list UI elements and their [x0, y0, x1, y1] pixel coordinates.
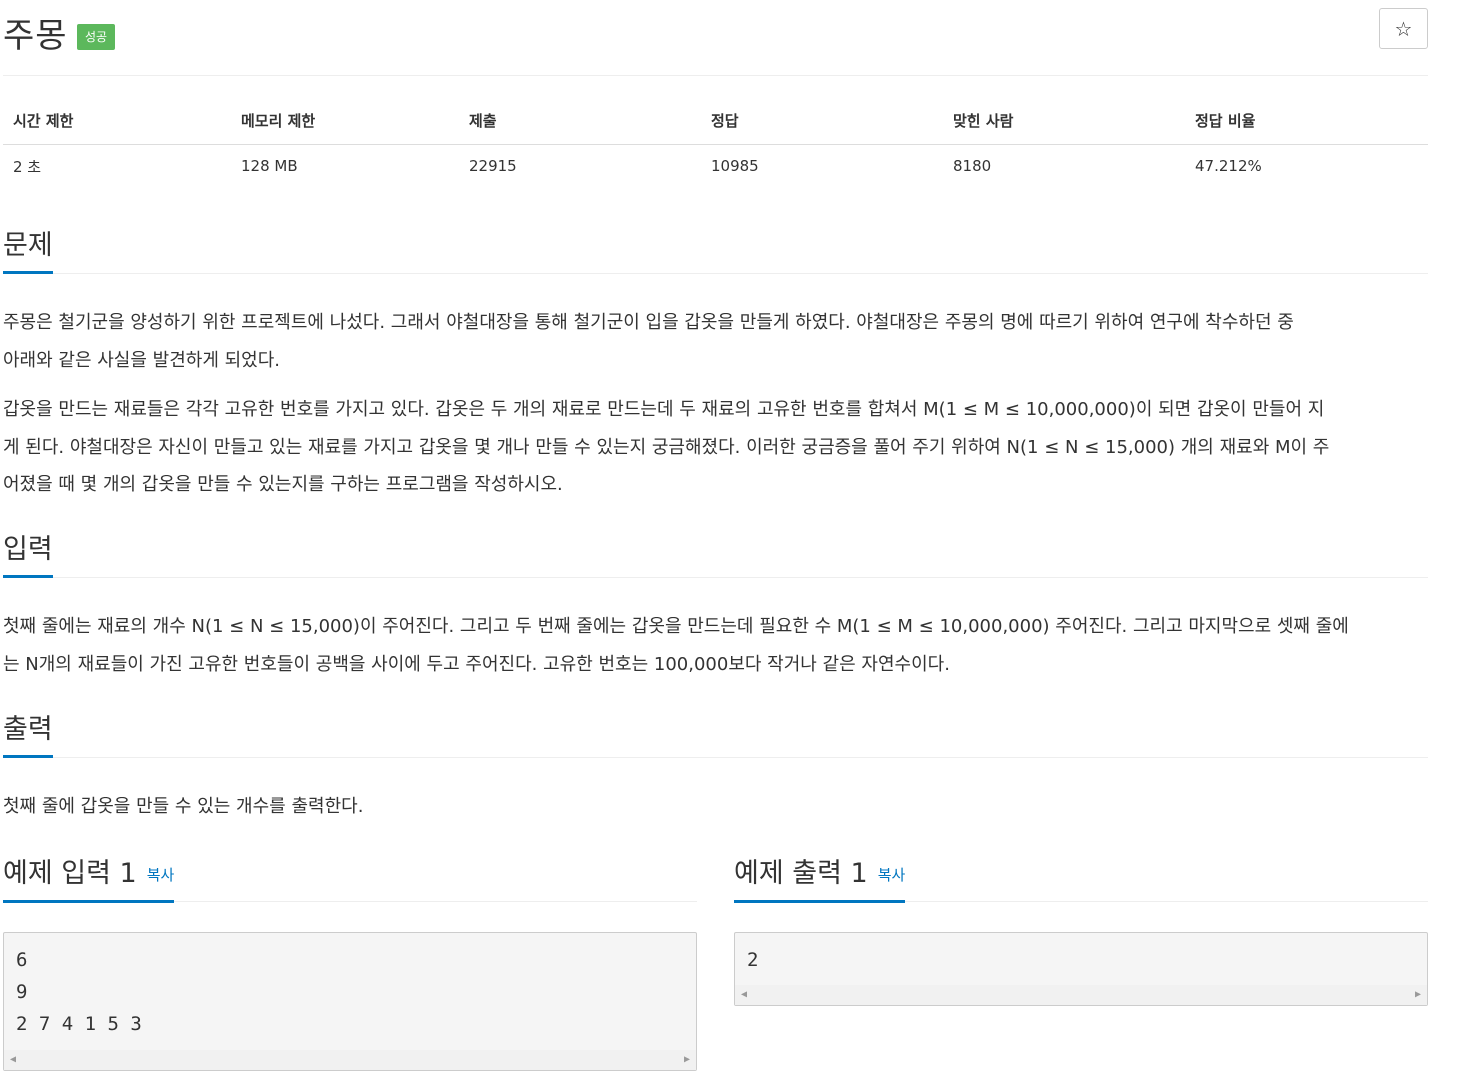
info-solved-users: 8180 — [953, 157, 992, 176]
section-header: 예제 출력 1 복사 — [734, 857, 1428, 903]
section-title: 예제 출력 1 복사 — [734, 857, 906, 903]
section-title: 출력 — [3, 713, 53, 758]
horizontal-scrollbar[interactable]: ◀ ▶ — [4, 1050, 696, 1070]
sample-output-box[interactable]: 2 ◀ ▶ — [734, 932, 1428, 1006]
section-title: 문제 — [3, 229, 53, 274]
description-paragraph: 주몽은 철기군을 양성하기 위한 프로젝트에 나섰다. 그래서 야철대장을 통해… — [3, 312, 1294, 371]
info-accepted: 10985 — [711, 157, 759, 176]
info-header-memory-limit: 메모리 제한 — [231, 98, 459, 145]
info-ratio: 47.212% — [1195, 157, 1262, 176]
output-description: 첫째 줄에 갑옷을 만들 수 있는 개수를 출력한다. — [3, 788, 1428, 826]
problem-info-table: 시간 제한 메모리 제한 제출 정답 맞힌 사람 정답 비율 2 초 128 M… — [3, 98, 1428, 188]
sample-input-line: 9 — [16, 981, 28, 1003]
problem-description-section: 문제 주몽은 철기군을 양성하기 위한 프로젝트에 나섰다. 그래서 야철대장을… — [3, 229, 1428, 504]
scroll-left-icon[interactable]: ◀ — [10, 1054, 16, 1065]
info-header-row: 시간 제한 메모리 제한 제출 정답 맞힌 사람 정답 비율 — [3, 98, 1428, 145]
info-memory-limit: 128 MB — [241, 157, 298, 176]
copy-output-link[interactable]: 복사 — [878, 866, 906, 884]
info-value-row: 2 초 128 MB 22915 10985 8180 47.212% — [3, 144, 1428, 188]
section-title: 입력 — [3, 533, 53, 578]
info-time-limit: 2 초 — [13, 157, 42, 176]
sample-output-line: 2 — [747, 949, 759, 971]
sample-input-box[interactable]: 6 9 2 7 4 1 5 3 ◀ ▶ — [3, 932, 697, 1071]
scroll-right-icon[interactable]: ▶ — [1415, 989, 1421, 1000]
section-header: 출력 — [3, 713, 1428, 758]
status-badge: 성공 — [77, 24, 116, 50]
info-header-accepted: 정답 — [701, 98, 943, 145]
description-paragraph: 갑옷을 만드는 재료들은 각각 고유한 번호를 가지고 있다. 갑옷은 두 개의… — [3, 399, 1330, 495]
section-header: 예제 입력 1 복사 — [3, 857, 697, 903]
section-header: 입력 — [3, 533, 1428, 578]
section-title: 예제 입력 1 복사 — [3, 857, 175, 903]
favorite-button[interactable]: ☆ — [1379, 8, 1428, 49]
problem-description: 주몽은 철기군을 양성하기 위한 프로젝트에 나섰다. 그래서 야철대장을 통해… — [3, 304, 1428, 504]
copy-input-link[interactable]: 복사 — [147, 866, 175, 884]
input-paragraph: 첫째 줄에는 재료의 개수 N(1 ≤ N ≤ 15,000)이 주어진다. 그… — [3, 616, 1349, 675]
scroll-left-icon[interactable]: ◀ — [741, 989, 747, 1000]
section-header: 문제 — [3, 229, 1428, 274]
problem-page: 주몽 성공 ☆ 시간 제한 메모리 제한 제출 정답 맞힌 사람 정답 비율 2… — [3, 0, 1428, 1071]
star-icon: ☆ — [1394, 16, 1413, 41]
output-section: 출력 첫째 줄에 갑옷을 만들 수 있는 개수를 출력한다. — [3, 713, 1428, 826]
info-header-time-limit: 시간 제한 — [3, 98, 231, 145]
sample-output-title: 예제 출력 1 — [734, 858, 868, 889]
input-section: 입력 첫째 줄에는 재료의 개수 N(1 ≤ N ≤ 15,000)이 주어진다… — [3, 533, 1428, 683]
sample-input-panel: 예제 입력 1 복사 6 9 2 7 4 1 5 3 ◀ ▶ — [3, 857, 697, 1071]
output-paragraph: 첫째 줄에 갑옷을 만들 수 있는 개수를 출력한다. — [3, 796, 364, 817]
info-header-solved-users: 맞힌 사람 — [943, 98, 1185, 145]
info-header-ratio: 정답 비율 — [1185, 98, 1428, 145]
sample-output-panel: 예제 출력 1 복사 2 ◀ ▶ — [734, 857, 1428, 1006]
sample-input-line: 2 7 4 1 5 3 — [16, 1013, 142, 1035]
sample-input-line: 6 — [16, 949, 28, 971]
horizontal-scrollbar[interactable]: ◀ ▶ — [735, 985, 1427, 1005]
sample-input-title: 예제 입력 1 — [3, 858, 137, 889]
info-submissions: 22915 — [469, 157, 517, 176]
problem-title: 주몽 — [3, 16, 68, 56]
scroll-right-icon[interactable]: ▶ — [684, 1054, 690, 1065]
info-header-submissions: 제출 — [459, 98, 701, 145]
problem-header: 주몽 성공 ☆ — [3, 0, 1428, 76]
input-description: 첫째 줄에는 재료의 개수 N(1 ≤ N ≤ 15,000)이 주어진다. 그… — [3, 608, 1428, 683]
